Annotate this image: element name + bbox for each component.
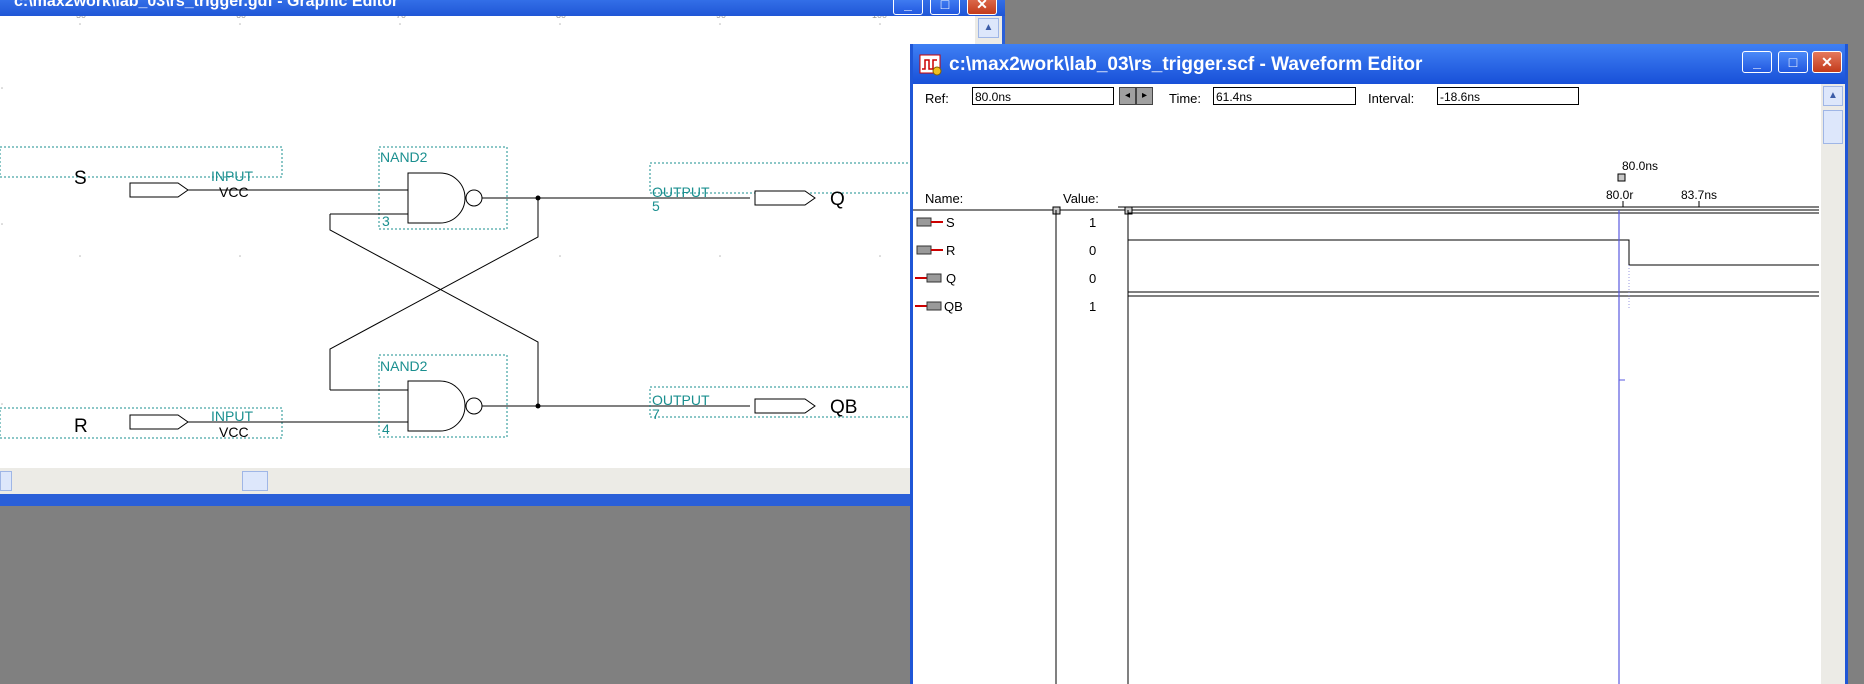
cursor-handle[interactable] (1617, 173, 1626, 182)
signal-row-qb[interactable]: QB 1 (915, 299, 1096, 314)
minimize-button[interactable]: _ (1742, 51, 1772, 73)
ruler-tick: 50 (76, 16, 86, 20)
waveform-vertical-scrollbar[interactable]: ▲ (1821, 84, 1845, 684)
signal-name: QB (944, 299, 963, 314)
ref-label: Ref: (925, 91, 949, 106)
ruler: 50 60 70 80 90 100 (76, 10, 887, 20)
waveform-traces (1128, 212, 1819, 297)
ruler-tick: 80 (556, 16, 566, 20)
next-transition-button[interactable]: ▸ (1136, 87, 1153, 105)
time-field[interactable]: 61.4ns (1213, 87, 1356, 105)
signal-row-s[interactable]: S 1 (916, 215, 1096, 230)
time-tick-label: 83.7ns (1681, 188, 1717, 202)
signal-value: 0 (1089, 271, 1096, 286)
interval-label: Interval: (1368, 91, 1415, 106)
maximize-button[interactable]: □ (1778, 51, 1808, 73)
waveform-app-icon (919, 54, 942, 76)
ruler-tick: 100 (872, 16, 887, 20)
input-s-default: VCC (219, 184, 249, 200)
wave-r (1128, 239, 1819, 266)
time-tick-label: 80.0r (1606, 188, 1633, 202)
close-button[interactable]: ✕ (967, 0, 997, 15)
signal-name: S (946, 215, 955, 230)
cursor-time-label: 80.0ns (1622, 159, 1658, 173)
output-q-number: 5 (652, 198, 660, 214)
value-column-header: Value: (1063, 191, 1099, 206)
waveform-editor-window[interactable]: c:\max2work\lab_03\rs_trigger.scf - Wave… (910, 44, 1848, 684)
signal-row-q[interactable]: Q 0 (915, 271, 1096, 286)
nand-gate-4 (407, 380, 466, 432)
signal-value: 0 (1089, 243, 1096, 258)
waveform-editor-titlebar[interactable]: c:\max2work\lab_03\rs_trigger.scf - Wave… (913, 44, 1845, 84)
time-label: Time: (1169, 91, 1202, 106)
minimize-button[interactable]: _ (893, 0, 923, 15)
ruler-tick: 60 (236, 16, 246, 20)
signal-value: 1 (1089, 215, 1096, 230)
input-pin-s (129, 182, 189, 198)
waveform-area[interactable]: Name: Value: 80.0ns 80.0r 83.7ns S 1 R 0 (913, 110, 1819, 684)
schematic-drawing: 50 60 70 80 90 100 S INPUT VCC (0, 10, 981, 440)
gate-3-number: 3 (382, 213, 390, 229)
input-r-name: R (74, 416, 88, 437)
input-s-name: S (74, 168, 87, 189)
ruler-tick: 70 (396, 16, 406, 20)
ref-field[interactable]: 80.0ns (972, 87, 1114, 105)
signal-row-r[interactable]: R 0 (916, 243, 1096, 258)
scroll-thumb[interactable] (1823, 110, 1843, 144)
gate-4-type: NAND2 (380, 358, 428, 374)
gate-3-type: NAND2 (380, 149, 428, 165)
signal-value: 1 (1089, 299, 1096, 314)
scroll-thumb[interactable] (242, 471, 268, 491)
name-column-header: Name: (925, 191, 963, 206)
output-qb-name: QB (830, 397, 857, 418)
input-s-type: INPUT (211, 168, 253, 184)
input-pin-r (129, 414, 189, 430)
graphic-editor-titlebar[interactable]: c:\max2work\lab_03\rs_trigger.gdf - Grap… (0, 0, 1005, 16)
previous-transition-button[interactable]: ◂ (1119, 87, 1136, 105)
signal-name: R (946, 243, 955, 258)
scroll-up-button[interactable]: ▲ (1823, 86, 1843, 106)
transition-nav-buttons: ◂ ▸ (1119, 87, 1155, 105)
scroll-left-button[interactable] (0, 471, 12, 491)
output-q-type: OUTPUT (652, 184, 710, 200)
signal-name: Q (946, 271, 956, 286)
gate-4-number: 4 (382, 421, 390, 437)
graphic-editor-title: c:\max2work\lab_03\rs_trigger.gdf - Grap… (14, 0, 399, 10)
close-button[interactable]: ✕ (1812, 51, 1842, 73)
graphic-editor-window[interactable]: c:\max2work\lab_03\rs_trigger.gdf - Grap… (0, 0, 1005, 506)
output-qb-number: 7 (652, 406, 660, 422)
output-pin-qb (754, 398, 816, 414)
output-q-name: Q (830, 189, 845, 210)
input-r-default: VCC (219, 424, 249, 440)
maximize-button[interactable]: □ (930, 0, 960, 15)
output-qb-type: OUTPUT (652, 392, 710, 408)
nand-gate-3 (407, 172, 466, 224)
waveform-editor-title: c:\max2work\lab_03\rs_trigger.scf - Wave… (949, 54, 1423, 75)
interval-field[interactable]: -18.6ns (1437, 87, 1579, 105)
graphic-editor-horizontal-scrollbar[interactable] (0, 468, 910, 494)
ruler-tick: 90 (716, 16, 726, 20)
output-pin-q (754, 190, 816, 206)
scroll-up-button[interactable]: ▲ (978, 18, 999, 38)
schematic-canvas[interactable]: 50 60 70 80 90 100 S INPUT VCC (0, 10, 1002, 468)
